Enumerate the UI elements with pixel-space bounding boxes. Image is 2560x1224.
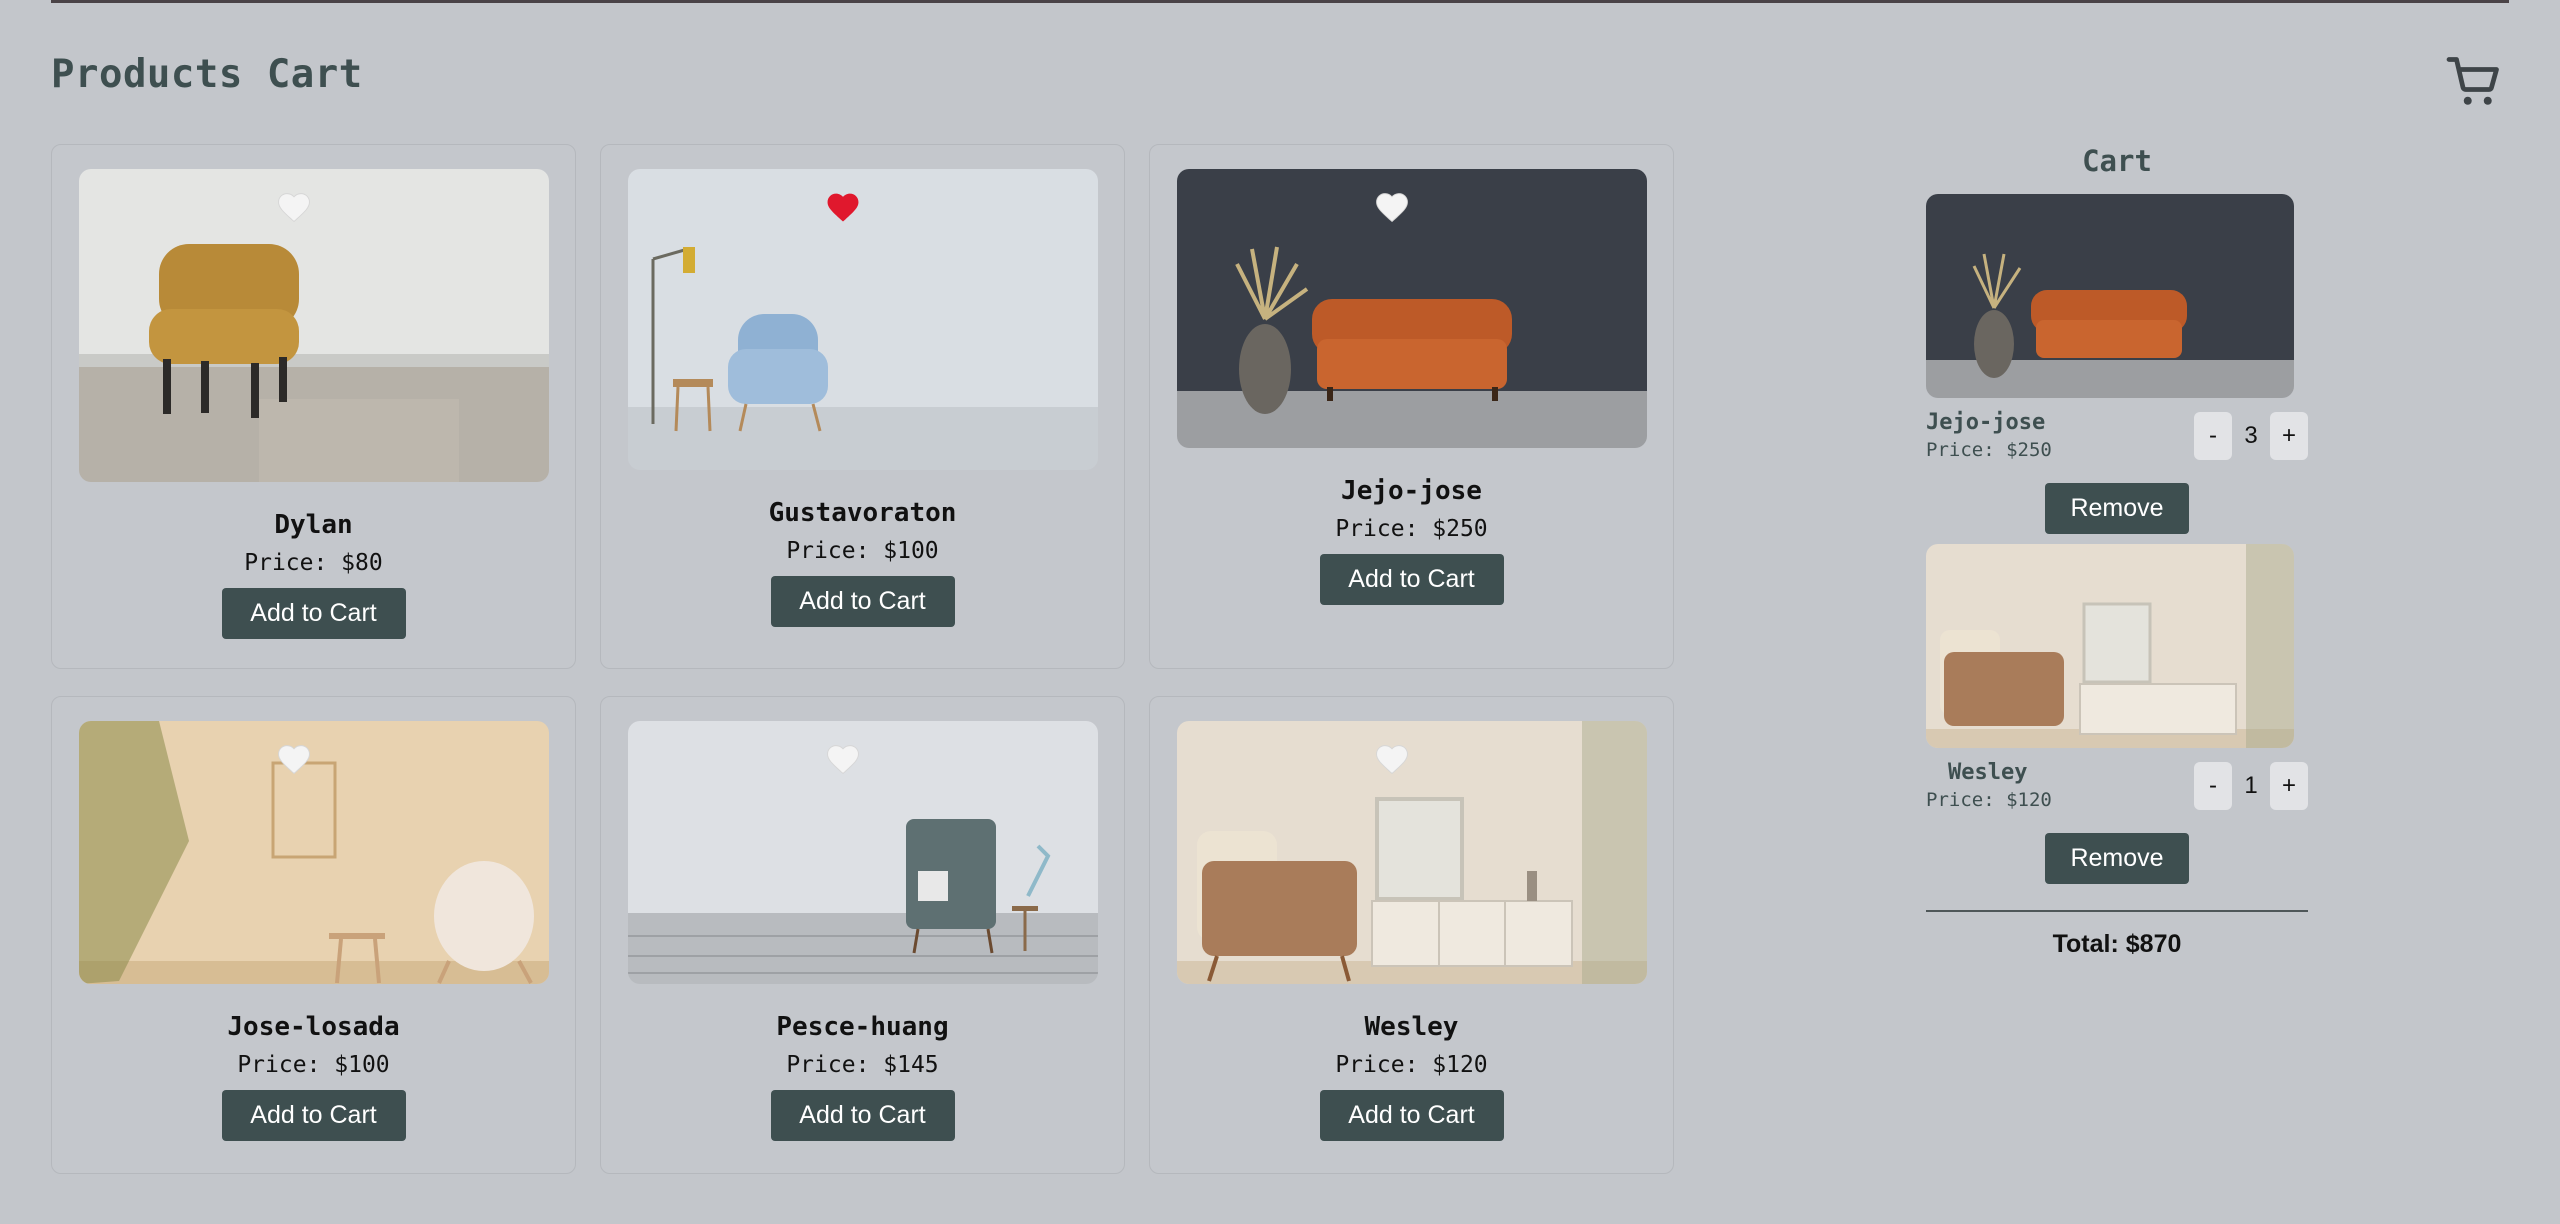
- product-name: Jejo-jose: [1341, 476, 1482, 506]
- product-name: Dylan: [274, 510, 353, 540]
- quantity-stepper: - 1 +: [2194, 761, 2308, 810]
- product-image: [1176, 169, 1647, 448]
- product-card: Gustavoraton Price: $100 Add to Cart: [600, 144, 1125, 669]
- product-name: Pesce-huang: [776, 1012, 949, 1042]
- decrease-quantity-button[interactable]: -: [2194, 761, 2232, 810]
- favorite-heart-icon[interactable]: [628, 741, 1078, 775]
- increase-quantity-button[interactable]: +: [2270, 761, 2308, 810]
- product-price: Price: $100: [237, 1052, 390, 1078]
- top-border: [51, 0, 2509, 3]
- add-to-cart-button[interactable]: Add to Cart: [221, 1090, 406, 1141]
- add-to-cart-button[interactable]: Add to Cart: [770, 1090, 955, 1141]
- cart-item-image: [1926, 544, 2294, 748]
- decrease-quantity-button[interactable]: -: [2194, 411, 2232, 460]
- product-image: [1176, 721, 1647, 984]
- product-grid: Dylan Price: $80 Add to Cart Gustavorato…: [51, 144, 1674, 1174]
- cart-item-name: Wesley: [1948, 760, 2028, 785]
- cart-item-info: Wesley Price: $120 - 1 +: [1926, 760, 2308, 811]
- quantity-stepper: - 3 +: [2194, 411, 2308, 460]
- product-price: Price: $80: [244, 550, 383, 576]
- cart-total: Total: $870: [2052, 930, 2182, 958]
- product-price: Price: $145: [786, 1052, 939, 1078]
- shopping-cart-icon[interactable]: [2440, 52, 2508, 112]
- quantity-value: 3: [2244, 421, 2258, 449]
- cart-divider: [1926, 910, 2308, 912]
- cart-panel: Cart Jejo-jose Price: $250 - 3 + Remove …: [1926, 144, 2308, 959]
- page-title: Products Cart: [51, 52, 363, 97]
- add-to-cart-button[interactable]: Add to Cart: [1319, 554, 1504, 605]
- product-image: [627, 721, 1098, 984]
- increase-quantity-button[interactable]: +: [2270, 411, 2308, 460]
- product-card: Jose-losada Price: $100 Add to Cart: [51, 696, 576, 1174]
- cart-item-info: Jejo-jose Price: $250 - 3 +: [1926, 410, 2308, 461]
- product-image: [78, 169, 549, 482]
- product-card: Dylan Price: $80 Add to Cart: [51, 144, 576, 669]
- product-card: Wesley Price: $120 Add to Cart: [1149, 696, 1674, 1174]
- cart-item: Wesley Price: $120 - 1 + Remove: [1926, 544, 2308, 884]
- add-to-cart-button[interactable]: Add to Cart: [221, 588, 406, 639]
- favorite-heart-icon[interactable]: [628, 189, 1078, 223]
- favorite-heart-icon[interactable]: [1177, 741, 1627, 775]
- cart-item-name: Jejo-jose: [1926, 410, 2046, 435]
- add-to-cart-button[interactable]: Add to Cart: [770, 576, 955, 627]
- add-to-cart-button[interactable]: Add to Cart: [1319, 1090, 1504, 1141]
- product-image: [627, 169, 1098, 470]
- product-price: Price: $100: [786, 538, 939, 564]
- cart-item-price: Price: $250: [1926, 439, 2052, 461]
- product-name: Gustavoraton: [768, 498, 957, 528]
- favorite-heart-icon[interactable]: [1177, 189, 1627, 223]
- remove-button[interactable]: Remove: [2045, 833, 2189, 884]
- product-price: Price: $120: [1335, 1052, 1488, 1078]
- favorite-heart-icon[interactable]: [79, 189, 529, 223]
- product-image: [78, 721, 549, 984]
- product-card: Pesce-huang Price: $145 Add to Cart: [600, 696, 1125, 1174]
- product-price: Price: $250: [1335, 516, 1488, 542]
- cart-item: Jejo-jose Price: $250 - 3 + Remove: [1926, 194, 2308, 534]
- product-card: Jejo-jose Price: $250 Add to Cart: [1149, 144, 1674, 669]
- cart-item-price: Price: $120: [1926, 789, 2052, 811]
- remove-button[interactable]: Remove: [2045, 483, 2189, 534]
- product-name: Wesley: [1364, 1012, 1459, 1042]
- cart-item-image: [1926, 194, 2294, 398]
- cart-title: Cart: [2082, 144, 2152, 178]
- favorite-heart-icon[interactable]: [79, 741, 529, 775]
- product-name: Jose-losada: [227, 1012, 400, 1042]
- quantity-value: 1: [2244, 771, 2258, 799]
